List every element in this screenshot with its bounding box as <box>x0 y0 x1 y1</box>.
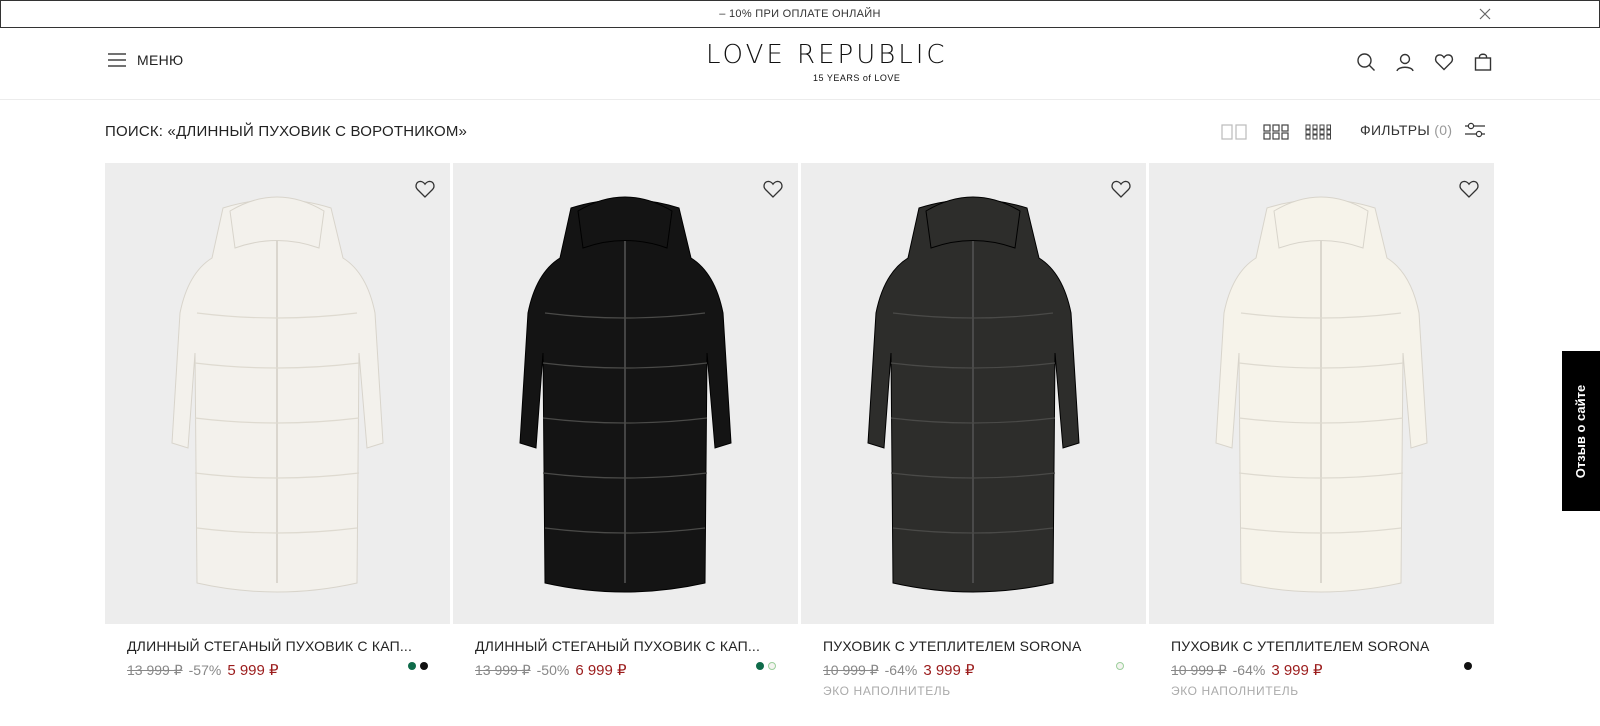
wishlist-heart-icon[interactable] <box>1110 178 1132 200</box>
color-swatches <box>408 662 428 670</box>
logo-tagline: 15 YEARS of LOVE <box>813 73 901 83</box>
product-card[interactable]: ДЛИННЫЙ СТЕГАНЫЙ ПУХОВИК С КАП... 13 999… <box>453 163 798 714</box>
price-row: 13 999 ₽ -50% 6 999 ₽ <box>475 661 798 679</box>
product-note: ЭКО НАПОЛНИТЕЛЬ <box>1171 684 1299 698</box>
sale-price: 6 999 ₽ <box>575 662 627 679</box>
promo-text: – 10% ПРИ ОПЛАТЕ ОНЛАЙН <box>719 8 881 20</box>
product-name[interactable]: ПУХОВИК С УТЕПЛИТЕЛЕМ SORONA <box>823 638 1146 654</box>
price-row: 10 999 ₽ -64% 3 999 ₽ <box>1171 661 1494 679</box>
discount-badge: -50% <box>536 662 570 678</box>
product-image[interactable] <box>1149 163 1494 624</box>
logo-text: LOVE REPUBLIC <box>706 40 948 70</box>
coat-image <box>867 196 1080 593</box>
old-price: 10 999 ₽ <box>823 662 879 678</box>
old-price: 13 999 ₽ <box>475 662 531 678</box>
price-row: 10 999 ₽ -64% 3 999 ₽ <box>823 661 1146 679</box>
sale-price: 5 999 ₽ <box>227 662 279 679</box>
color-swatches <box>756 662 776 670</box>
sale-price: 3 999 ₽ <box>923 662 975 679</box>
product-info: ПУХОВИК С УТЕПЛИТЕЛЕМ SORONA 10 999 ₽ -6… <box>1149 624 1494 714</box>
menu-label: МЕНЮ <box>137 52 184 68</box>
product-grid: ДЛИННЫЙ СТЕГАНЫЙ ПУХОВИК С КАП... 13 999… <box>105 163 1494 714</box>
product-note: ЭКО НАПОЛНИТЕЛЬ <box>823 684 951 698</box>
discount-badge: -57% <box>188 662 222 678</box>
sale-price: 3 999 ₽ <box>1271 662 1323 679</box>
grid-toggles <box>1221 124 1331 140</box>
product-card[interactable]: ПУХОВИК С УТЕПЛИТЕЛЕМ SORONA 10 999 ₽ -6… <box>801 163 1146 714</box>
color-swatches <box>1116 662 1124 670</box>
color-swatch[interactable] <box>1464 662 1472 670</box>
discount-badge: -64% <box>884 662 918 678</box>
filters-count: (0) <box>1434 122 1453 138</box>
hamburger-icon <box>108 53 126 67</box>
color-swatch[interactable] <box>1116 662 1124 670</box>
color-swatch[interactable] <box>408 662 416 670</box>
product-name[interactable]: ДЛИННЫЙ СТЕГАНЫЙ ПУХОВИК С КАП... <box>127 638 450 654</box>
product-info: ПУХОВИК С УТЕПЛИТЕЛЕМ SORONA 10 999 ₽ -6… <box>801 624 1146 714</box>
price-row: 13 999 ₽ -57% 5 999 ₽ <box>127 661 450 679</box>
wishlist-heart-icon[interactable] <box>414 178 436 200</box>
logo[interactable]: LOVE REPUBLIC 15 YEARS of LOVE <box>700 40 945 90</box>
account-icon[interactable] <box>1395 52 1415 72</box>
header-icons <box>1356 52 1493 72</box>
product-info: ДЛИННЫЙ СТЕГАНЫЙ ПУХОВИК С КАП... 13 999… <box>105 624 450 714</box>
product-card[interactable]: ПУХОВИК С УТЕПЛИТЕЛЕМ SORONA 10 999 ₽ -6… <box>1149 163 1494 714</box>
feedback-tab[interactable]: Отзыв о сайте <box>1562 351 1600 511</box>
color-swatch[interactable] <box>768 662 776 670</box>
filters-button[interactable]: ФИЛЬТРЫ (0) <box>1360 122 1486 138</box>
bag-icon[interactable] <box>1473 52 1493 72</box>
menu-button[interactable]: МЕНЮ <box>107 52 183 68</box>
product-image[interactable] <box>801 163 1146 624</box>
search-title: ПОИСК: «ДЛИННЫЙ ПУХОВИК С ВОРОТНИКОМ» <box>105 123 468 140</box>
discount-badge: -64% <box>1232 662 1266 678</box>
color-swatch[interactable] <box>420 662 428 670</box>
product-card[interactable]: ДЛИННЫЙ СТЕГАНЫЙ ПУХОВИК С КАП... 13 999… <box>105 163 450 714</box>
close-icon[interactable] <box>1477 6 1493 22</box>
heart-icon[interactable] <box>1434 52 1454 72</box>
color-swatch[interactable] <box>756 662 764 670</box>
grid-4-icon[interactable] <box>1305 124 1331 140</box>
product-name[interactable]: ПУХОВИК С УТЕПЛИТЕЛЕМ SORONA <box>1171 638 1494 654</box>
site-header: МЕНЮ LOVE REPUBLIC 15 YEARS of LOVE <box>0 28 1600 100</box>
search-icon[interactable] <box>1356 52 1376 72</box>
color-swatches <box>1464 662 1472 670</box>
old-price: 13 999 ₽ <box>127 662 183 678</box>
coat-image <box>519 196 732 593</box>
coat-image <box>1215 196 1428 593</box>
wishlist-heart-icon[interactable] <box>1458 178 1480 200</box>
grid-3-icon[interactable] <box>1263 124 1289 140</box>
product-name[interactable]: ДЛИННЫЙ СТЕГАНЫЙ ПУХОВИК С КАП... <box>475 638 798 654</box>
product-info: ДЛИННЫЙ СТЕГАНЫЙ ПУХОВИК С КАП... 13 999… <box>453 624 798 714</box>
promo-bar: – 10% ПРИ ОПЛАТЕ ОНЛАЙН <box>0 0 1600 28</box>
product-image[interactable] <box>453 163 798 624</box>
coat-image <box>171 196 384 593</box>
wishlist-heart-icon[interactable] <box>762 178 784 200</box>
filters-label: ФИЛЬТРЫ (0) <box>1360 122 1453 138</box>
feedback-label: Отзыв о сайте <box>1573 384 1589 478</box>
grid-2-icon[interactable] <box>1221 124 1247 140</box>
old-price: 10 999 ₽ <box>1171 662 1227 678</box>
filters-icon <box>1465 122 1486 138</box>
product-image[interactable] <box>105 163 450 624</box>
